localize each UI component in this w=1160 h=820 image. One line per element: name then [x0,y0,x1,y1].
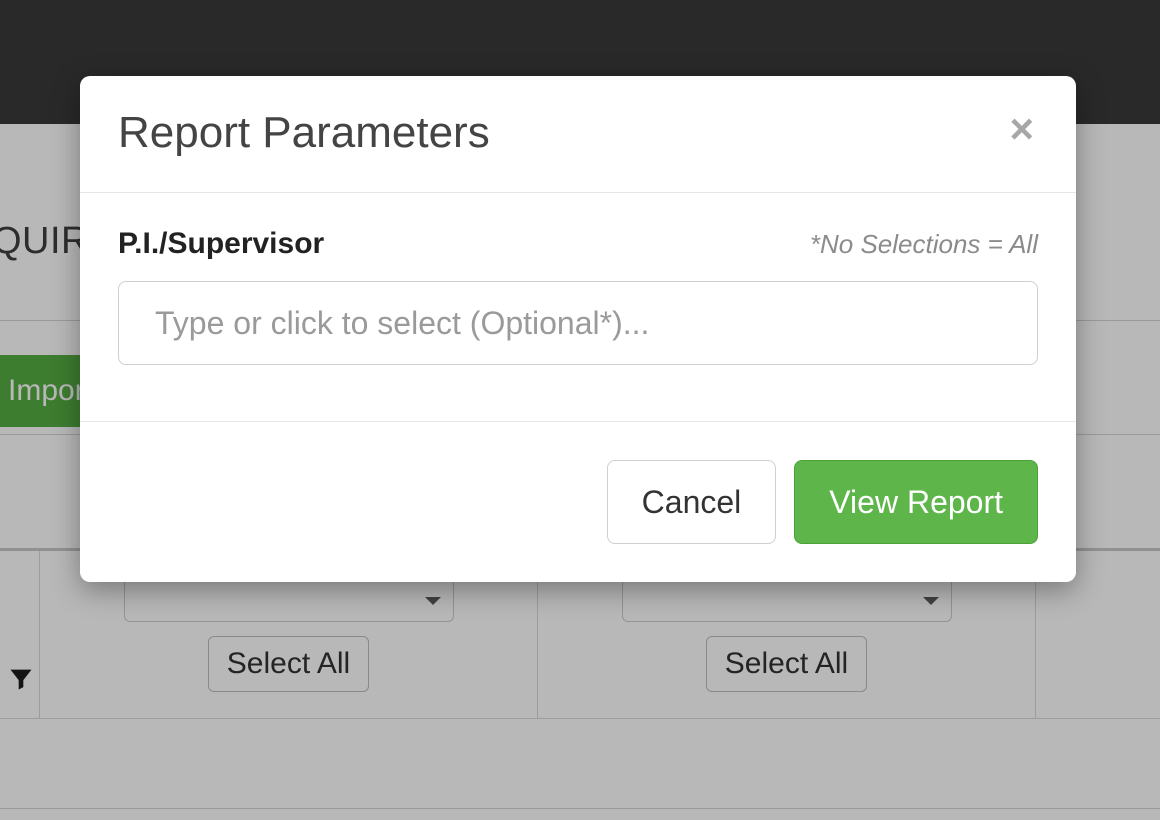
cancel-button[interactable]: Cancel [607,460,777,544]
report-parameters-modal: Report Parameters × P.I./Supervisor *No … [80,76,1076,582]
modal-title: Report Parameters [118,108,490,158]
modal-header: Report Parameters × [80,76,1076,193]
modal-footer: Cancel View Report [80,421,1076,582]
view-report-button[interactable]: View Report [794,460,1038,544]
field-hint: *No Selections = All [810,229,1038,260]
field-header-row: P.I./Supervisor *No Selections = All [118,227,1038,261]
pi-supervisor-label: P.I./Supervisor [118,227,324,261]
modal-body: P.I./Supervisor *No Selections = All [80,193,1076,421]
close-icon[interactable]: × [1005,108,1038,150]
pi-supervisor-input[interactable] [118,281,1038,365]
